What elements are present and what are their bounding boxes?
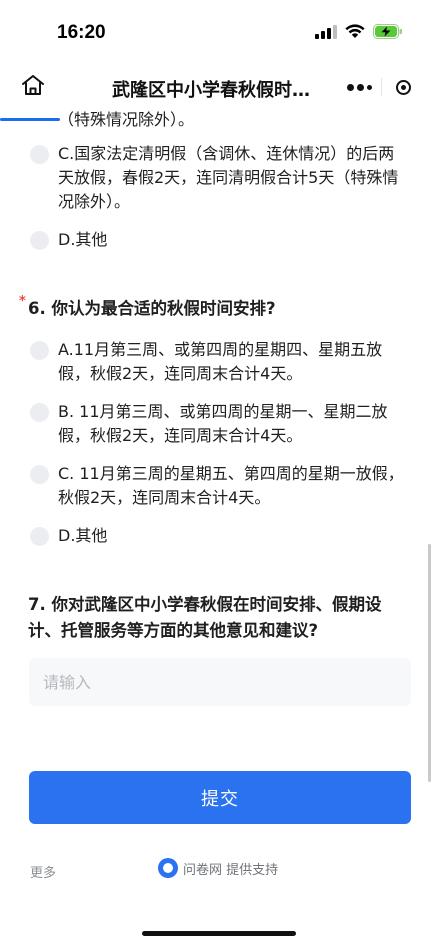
wifi-icon bbox=[345, 24, 365, 43]
brand-text: 问卷网 提供支持 bbox=[183, 862, 279, 878]
battery-charging-icon bbox=[373, 24, 403, 43]
option-label: A.11月第三周、或第四周的星期四、星期五放假，秋假2天，连同周末合计4天。 bbox=[58, 340, 383, 383]
option-label: C. 11月第三周的星期五、第四周的星期一放假，秋假2天，连同周末合计4天。 bbox=[58, 464, 404, 507]
section-accent-line bbox=[0, 118, 60, 121]
submit-button[interactable]: 提交 bbox=[29, 771, 411, 824]
scrollbar[interactable] bbox=[428, 544, 431, 782]
radio-button[interactable] bbox=[30, 403, 49, 422]
suggestion-input[interactable] bbox=[29, 658, 411, 706]
survey-content[interactable]: （特殊情况除外）。 C.国家法定清明假（含调休、连休情况）的后两天放假，春假2天… bbox=[0, 108, 437, 946]
required-mark: * bbox=[19, 294, 26, 309]
q5-option-c[interactable]: C.国家法定清明假（含调休、连休情况）的后两天放假，春假2天，连同清明假合计5天… bbox=[30, 142, 410, 214]
status-icons bbox=[315, 24, 403, 43]
radio-button[interactable] bbox=[30, 145, 49, 164]
home-button[interactable] bbox=[20, 74, 46, 100]
status-bar: 16:20 bbox=[0, 0, 437, 64]
q6-option-a[interactable]: A.11月第三周、或第四周的星期四、星期五放假，秋假2天，连同周末合计4天。 bbox=[30, 338, 410, 386]
q5-option-d[interactable]: D.其他 bbox=[30, 228, 410, 252]
more-dots-icon bbox=[346, 83, 354, 91]
option-label: C.国家法定清明假（含调休、连休情况）的后两天放假，春假2天，连同清明假合计5天… bbox=[58, 144, 399, 211]
close-button[interactable] bbox=[382, 69, 425, 105]
wenjuan-logo-icon bbox=[158, 858, 178, 878]
radio-button[interactable] bbox=[30, 231, 49, 250]
q5-option-b-tail: （特殊情况除外）。 bbox=[58, 110, 195, 129]
page-title: 武隆区中小学春秋假时… bbox=[112, 80, 310, 101]
option-label: D.其他 bbox=[58, 230, 108, 249]
option-label: B. 11月第三周、或第四周的星期一、星期二放假，秋假2天，连同周末合计4天。 bbox=[58, 402, 388, 445]
more-button[interactable] bbox=[337, 69, 381, 105]
q6-option-c[interactable]: C. 11月第三周的星期五、第四周的星期一放假，秋假2天，连同周末合计4天。 bbox=[30, 462, 410, 510]
question-6-title: 6. 你认为最合适的秋假时间安排? bbox=[28, 299, 276, 318]
q6-option-d[interactable]: D.其他 bbox=[30, 524, 410, 548]
option-label: D.其他 bbox=[58, 526, 108, 545]
question-7-title: 7. 你对武隆区中小学春秋假在时间安排、假期设计、托管服务等方面的其他意见和建议… bbox=[28, 595, 382, 640]
powered-by[interactable]: 问卷网 提供支持 bbox=[158, 858, 278, 878]
q6-option-b[interactable]: B. 11月第三周、或第四周的星期一、星期二放假，秋假2天，连同周末合计4天。 bbox=[30, 400, 410, 448]
mini-program-capsule bbox=[337, 69, 425, 105]
cellular-signal-icon bbox=[315, 24, 337, 43]
more-link[interactable]: 更多 bbox=[30, 862, 56, 881]
nav-bar: 武隆区中小学春秋假时… bbox=[0, 64, 437, 108]
radio-button[interactable] bbox=[30, 341, 49, 360]
status-time: 16:20 bbox=[57, 22, 106, 43]
radio-button[interactable] bbox=[30, 527, 49, 546]
radio-button[interactable] bbox=[30, 465, 49, 484]
home-indicator[interactable] bbox=[142, 931, 296, 936]
home-icon bbox=[21, 74, 45, 100]
mini-program-close-icon bbox=[396, 79, 411, 95]
